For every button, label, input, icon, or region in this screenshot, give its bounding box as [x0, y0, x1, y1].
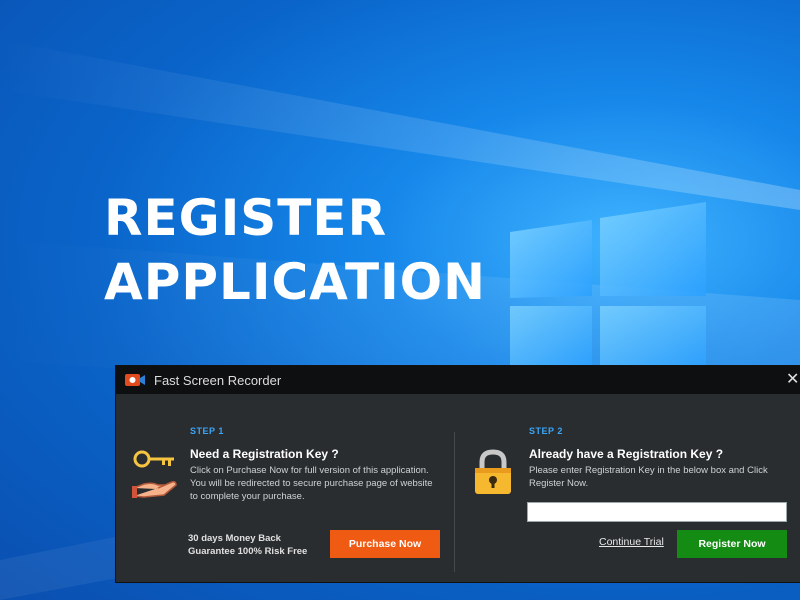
- register-heading: Already have a Registration Key ?: [529, 447, 724, 461]
- register-description: Please enter Registration Key in the bel…: [529, 465, 768, 489]
- purchase-panel: STEP 1 Need a Registration Key ? Click o…: [116, 394, 454, 582]
- hero-title: REGISTER APPLICATION: [104, 186, 486, 314]
- purchase-description: Click on Purchase Now for full version o…: [190, 465, 433, 502]
- close-button[interactable]: ✕: [786, 370, 800, 390]
- money-back-line1: 30 days Money Back: [188, 533, 281, 544]
- purchase-heading: Need a Registration Key ?: [190, 447, 339, 461]
- register-now-button[interactable]: Register Now: [677, 530, 787, 558]
- registration-key-input[interactable]: [527, 502, 787, 522]
- step-2-label: STEP 2: [529, 426, 563, 436]
- registration-dialog: Fast Screen Recorder ✕ STEP 1 Need a Reg…: [116, 366, 800, 582]
- recorder-app-icon: [125, 374, 145, 386]
- step-1-label: STEP 1: [190, 426, 224, 436]
- dialog-title: Fast Screen Recorder: [154, 372, 282, 388]
- windows-logo-icon: [510, 202, 706, 370]
- register-panel: STEP 2 Already have a Registration Key ?…: [454, 394, 800, 582]
- money-back-line2: Guarantee 100% Risk Free: [188, 546, 308, 557]
- purchase-now-button[interactable]: Purchase Now: [330, 530, 440, 558]
- hero-title-line1: REGISTER: [104, 189, 388, 247]
- key-hand-icon: [132, 450, 177, 498]
- dialog-titlebar[interactable]: Fast Screen Recorder ✕: [116, 366, 800, 394]
- hero-title-line2: APPLICATION: [104, 253, 487, 311]
- padlock-icon: [475, 449, 511, 494]
- money-back-guarantee: 30 days Money Back Guarantee 100% Risk F…: [188, 532, 307, 558]
- continue-trial-link[interactable]: Continue Trial: [599, 536, 664, 548]
